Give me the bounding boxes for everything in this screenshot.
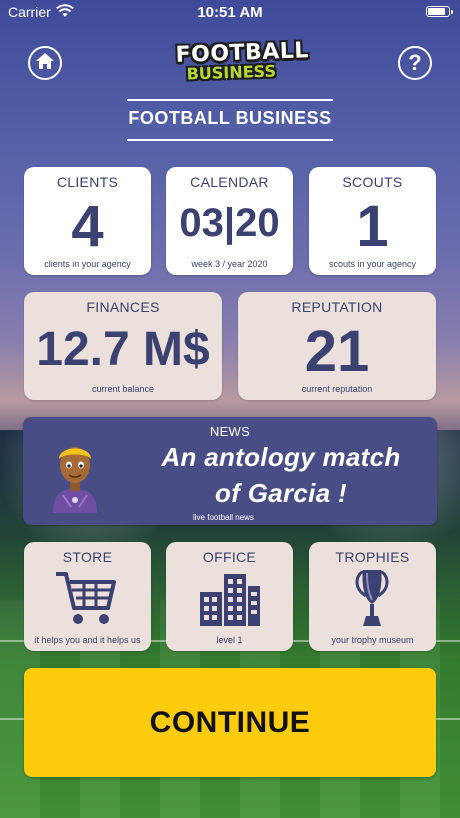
news-headline-line2: of Garcia ! (215, 478, 347, 508)
calendar-value: 03|20 (179, 201, 280, 245)
help-icon: ? (408, 50, 422, 75)
clients-caption: clients in your agency (44, 259, 131, 269)
scouts-label: SCOUTS (342, 174, 403, 190)
calendar-card[interactable]: CALENDAR 03|20 week 3 / year 2020 (166, 167, 293, 275)
player-avatar-icon (47, 437, 103, 518)
trophies-label: TROPHIES (335, 549, 410, 565)
app-screen: { "status_bar": { "carrier": "Carrier", … (0, 0, 460, 818)
reputation-card[interactable]: REPUTATION 21 current reputation (238, 292, 436, 400)
news-caption: live football news (193, 513, 254, 522)
status-bar: Carrier 10:51 AM (0, 0, 460, 24)
store-label: STORE (62, 549, 113, 565)
help-button[interactable]: ? (398, 46, 432, 80)
title-rule-bottom (127, 139, 333, 141)
finances-label: FINANCES (86, 299, 160, 315)
office-caption: level 1 (216, 635, 243, 645)
reputation-label: REPUTATION (291, 299, 383, 315)
clients-card[interactable]: CLIENTS 4 clients in your agency (24, 167, 151, 275)
scouts-caption: scouts in your agency (328, 259, 417, 269)
office-label: OFFICE (202, 549, 257, 565)
office-building-icon (198, 570, 262, 633)
shopping-cart-icon (54, 570, 120, 633)
title-rule-top (127, 99, 333, 101)
store-caption: it helps you and it helps us (34, 635, 141, 645)
clock: 10:51 AM (197, 4, 263, 21)
battery-icon (426, 6, 453, 17)
trophies-caption: your trophy museum (331, 635, 414, 645)
clients-value: 4 (71, 194, 104, 259)
finances-card[interactable]: FINANCES 12.7 M$ current balance (24, 292, 222, 400)
news-headline: An antology match of Garcia ! (143, 439, 419, 511)
reputation-caption: current reputation (301, 384, 373, 394)
news-banner[interactable]: NEWS An antology match of Garcia ! live … (23, 417, 437, 525)
office-card[interactable]: OFFICE level 1 (166, 542, 293, 651)
trophies-card[interactable]: TROPHIES your trophy museum (309, 542, 436, 651)
app-logo: FOOTBALL BUSINESS (175, 38, 309, 90)
continue-button[interactable]: CONTINUE (24, 668, 436, 777)
scouts-card[interactable]: SCOUTS 1 scouts in your agency (309, 167, 436, 275)
logo-line2: BUSINESS (186, 61, 277, 84)
store-card[interactable]: STORE it helps you and it helps us (24, 542, 151, 651)
clients-label: CLIENTS (56, 174, 119, 190)
finances-caption: current balance (91, 384, 155, 394)
reputation-value: 21 (304, 319, 370, 384)
battery-fill (428, 8, 446, 15)
finances-value: 12.7 M$ (36, 323, 210, 376)
page-title: FOOTBALL BUSINESS (128, 108, 332, 128)
trophy-icon (349, 568, 395, 633)
news-headline-line1: An antology match (161, 442, 401, 472)
calendar-label: CALENDAR (190, 174, 269, 190)
home-icon (35, 52, 55, 75)
home-button[interactable] (28, 46, 62, 80)
scouts-value: 1 (356, 194, 389, 259)
calendar-caption: week 3 / year 2020 (191, 259, 268, 269)
